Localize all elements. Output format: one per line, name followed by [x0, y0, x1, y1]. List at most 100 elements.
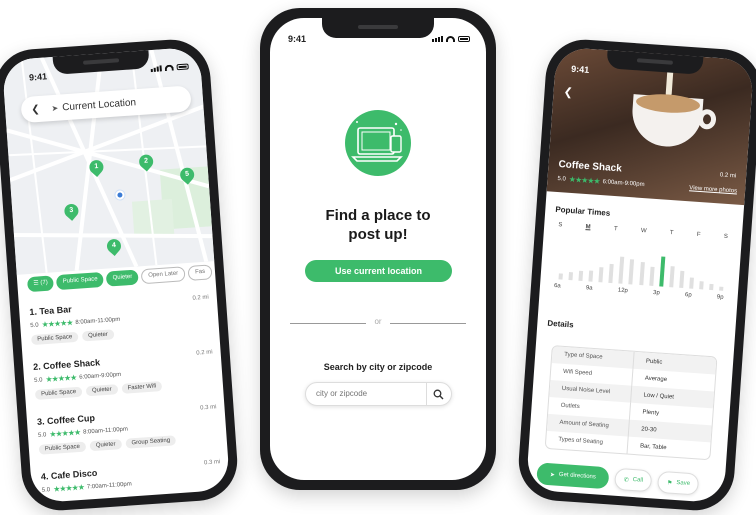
stage: 1 2 3 4 5 ❮ ➤ Current Location ☰ (7) Pub…	[0, 0, 756, 515]
signal-icon	[432, 36, 443, 42]
directions-label: Get directions	[558, 471, 597, 481]
detail-value: Public	[645, 358, 663, 366]
action-bar: ➤ Get directions ✆ Call ⚑ Save	[536, 462, 722, 497]
day-tab-mon[interactable]: M	[585, 224, 590, 230]
search-phone: 9:41 Find a place to post up! Use curren…	[260, 8, 496, 490]
day-tab-sat[interactable]: S	[724, 234, 728, 240]
details-title: Details	[547, 318, 574, 330]
details-phone: 9:41 ❮ Coffee Shack 0.2 mi 5.0 ★★★★★ 6:0…	[516, 37, 756, 513]
search-field[interactable]	[305, 382, 452, 406]
popularity-bar	[668, 266, 675, 288]
star-rating-icon: ★★★★★	[41, 318, 73, 330]
filter-chip-open-later[interactable]: Open Later	[140, 265, 186, 284]
tag: Faster Wifi	[121, 381, 163, 394]
page-title: Find a place to post up!	[270, 206, 486, 244]
filter-chip-public-space[interactable]: Public Space	[56, 271, 105, 290]
pin-number: 3	[69, 206, 74, 215]
star-rating-icon: ★★★★★	[52, 482, 85, 494]
navigation-arrow-icon: ➤	[51, 103, 59, 113]
popularity-bar	[558, 273, 563, 280]
popularity-bar	[608, 263, 615, 284]
popular-times-bars	[558, 239, 725, 291]
star-rating-icon: ★★★★★	[45, 373, 77, 385]
rating-value: 5.0	[557, 175, 567, 183]
call-button[interactable]: ✆ Call	[613, 467, 653, 493]
place-hours: 6:00am-9:00pm	[79, 371, 122, 381]
popularity-bar	[709, 283, 714, 291]
tag: Quieter	[89, 439, 122, 452]
search-label: Search by city or zipcode	[323, 362, 433, 372]
popularity-bar	[598, 267, 604, 283]
status-time: 9:41	[570, 63, 590, 75]
search-screen: 9:41 Find a place to post up! Use curren…	[270, 18, 486, 480]
battery-icon	[458, 36, 470, 42]
cup-handle	[697, 108, 717, 130]
popular-times-title: Popular Times	[555, 204, 611, 218]
city-zip-input[interactable]	[316, 389, 416, 398]
popularity-bar	[719, 286, 724, 291]
wifi-icon	[446, 36, 455, 42]
rating-value: 5.0	[41, 486, 51, 494]
filter-settings-button[interactable]: ☰ (7)	[26, 274, 55, 292]
place-hours: 8:00am-11:00pm	[82, 426, 129, 436]
rating-value: 5.0	[33, 376, 43, 384]
popularity-bar	[578, 270, 584, 282]
search-icon[interactable]	[433, 389, 444, 400]
hour-label: 6p	[684, 292, 692, 299]
detail-value: Average	[644, 375, 668, 383]
status-time: 9:41	[28, 71, 48, 83]
location-label: Current Location	[61, 96, 137, 113]
popularity-bar	[688, 277, 694, 289]
status-time: 9:41	[288, 34, 307, 44]
hour-label: 6a	[553, 283, 561, 290]
chevron-left-icon[interactable]: ❮	[31, 103, 40, 115]
divider-right	[390, 323, 466, 324]
star-rating-icon: ★★★★★	[48, 427, 81, 440]
hour-label: 12p	[617, 287, 629, 295]
day-tab-tue[interactable]: T	[614, 226, 618, 232]
filter-chip-faster[interactable]: Fas	[187, 263, 213, 281]
get-directions-button[interactable]: ➤ Get directions	[536, 462, 610, 490]
sliders-icon: ☰	[33, 279, 39, 287]
hour-label: 9a	[585, 285, 593, 292]
map-screen: 1 2 3 4 5 ❮ ➤ Current Location ☰ (7) Pub…	[1, 46, 231, 504]
filter-count: (7)	[40, 279, 48, 286]
save-button[interactable]: ⚑ Save	[657, 470, 700, 496]
popularity-bar	[648, 266, 655, 286]
day-tab-fri[interactable]: F	[697, 232, 701, 238]
divider-left	[290, 323, 366, 324]
place-distance: 0.2 mi	[192, 294, 210, 302]
notch	[322, 18, 434, 38]
place-distance: 0.2 mi	[196, 349, 213, 357]
phone-icon: ✆	[623, 476, 629, 484]
popularity-bar	[588, 270, 594, 282]
wifi-icon	[164, 64, 174, 72]
detail-value: 20-30	[641, 425, 657, 434]
details-screen: 9:41 ❮ Coffee Shack 0.2 mi 5.0 ★★★★★ 6:0…	[525, 46, 755, 504]
use-current-location-button[interactable]: Use current location	[305, 260, 452, 282]
tag: Public Space	[38, 441, 87, 455]
popularity-bar	[658, 256, 665, 287]
popularity-bar	[678, 270, 685, 289]
search-separator	[426, 383, 427, 405]
title-line-1: Find a place to	[325, 207, 431, 224]
pin-number: 2	[143, 157, 149, 165]
rating-value: 5.0	[30, 322, 39, 329]
detail-value: Plenty	[642, 409, 660, 417]
filter-chip-quieter[interactable]: Quieter	[106, 268, 139, 287]
day-selector: S M T W T F S	[558, 222, 728, 240]
laptop-icon	[351, 121, 403, 162]
bookmark-icon: ⚑	[666, 479, 673, 487]
tag: Quieter	[85, 384, 119, 397]
details-table: Type of Space Public Wifi Speed Average Us…	[544, 345, 718, 461]
popularity-bar	[628, 259, 635, 285]
tag: Public Space	[30, 331, 79, 346]
day-tab-wed[interactable]: W	[641, 228, 647, 234]
chevron-left-icon[interactable]: ❮	[563, 85, 573, 99]
pin-number: 5	[184, 170, 190, 178]
day-tab-thu[interactable]: T	[670, 230, 674, 236]
battery-icon	[176, 63, 189, 71]
popularity-bar	[699, 281, 704, 290]
save-label: Save	[676, 480, 691, 487]
day-tab-sun[interactable]: S	[558, 222, 562, 228]
